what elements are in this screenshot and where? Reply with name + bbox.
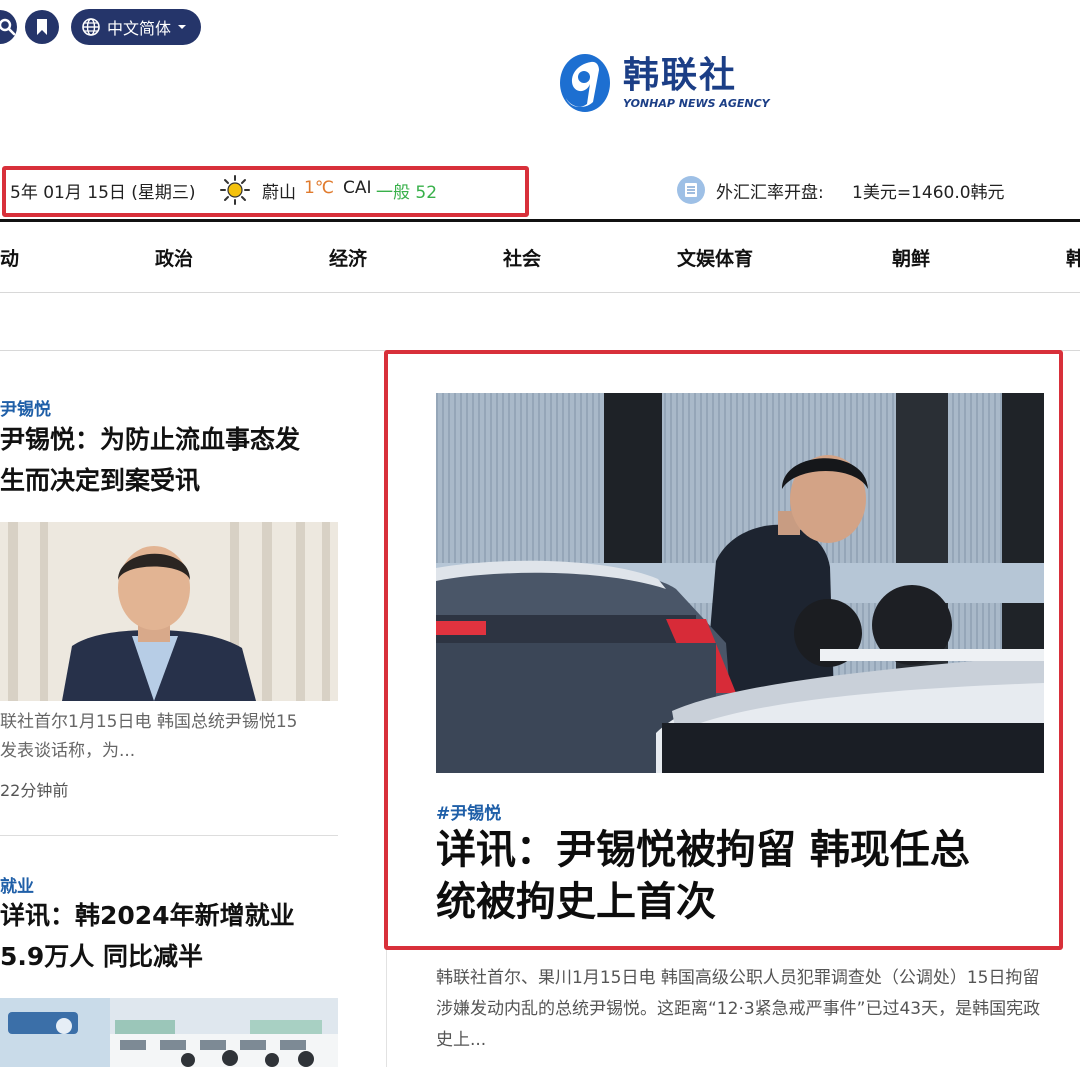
nav-item-0[interactable]: 动 bbox=[0, 244, 19, 271]
fx-value: 1美元=1460.0韩元 bbox=[852, 183, 1005, 203]
fx-label: 外汇汇率开盘: bbox=[716, 183, 824, 203]
logo-english: YONHAP NEWS AGENCY bbox=[623, 96, 770, 110]
article-title-line: 5.9万人 同比减半 bbox=[0, 942, 203, 971]
language-selector[interactable]: 中文简体 bbox=[71, 9, 202, 45]
article-summary-line: 发表谈话称，为... bbox=[0, 741, 136, 761]
caret-down-icon bbox=[178, 25, 187, 29]
bookmark-button[interactable] bbox=[25, 10, 59, 44]
article-image[interactable] bbox=[0, 522, 338, 701]
article-summary-line: 联社首尔1月15日电 韩国总统尹锡悦15 bbox=[0, 712, 298, 732]
nav-item-society[interactable]: 社会 bbox=[503, 244, 541, 271]
logo-chinese: 韩联社 bbox=[623, 54, 738, 96]
article-title[interactable]: 详讯：韩2024年新增就业 5.9万人 同比减半 bbox=[0, 895, 295, 977]
featured-summary: 韩联社首尔、果川1月15日电 韩国高级公职人员犯罪调查处（公调处）15日拘留涉嫌… bbox=[436, 968, 1041, 1050]
highlight-box-date bbox=[2, 166, 529, 217]
fx-icon bbox=[677, 176, 705, 204]
article-divider bbox=[0, 835, 338, 836]
nav-item-korea[interactable]: 韩 bbox=[1066, 244, 1080, 271]
job-fair-photo bbox=[0, 998, 338, 1067]
article-title-line: 生而决定到案受讯 bbox=[0, 466, 201, 495]
nav-item-economy[interactable]: 经济 bbox=[329, 244, 367, 271]
nav-item-politics[interactable]: 政治 bbox=[155, 244, 193, 271]
site-logo[interactable]: 韩联社 YONHAP NEWS AGENCY bbox=[557, 52, 770, 114]
bookmark-icon bbox=[37, 19, 47, 35]
language-label: 中文简体 bbox=[107, 19, 172, 38]
article-title-line: 详讯：韩2024年新增就业 bbox=[0, 901, 295, 930]
globe-icon bbox=[82, 18, 100, 36]
article-time: 22分钟前 bbox=[0, 781, 69, 800]
speaker-photo bbox=[0, 522, 338, 701]
search-button[interactable] bbox=[0, 10, 17, 44]
yonhap-logo-icon bbox=[560, 54, 610, 112]
header-divider bbox=[0, 219, 1080, 222]
nav-divider bbox=[0, 292, 1080, 293]
article-title[interactable]: 尹锡悦：为防止流血事态发 生而决定到案受讯 bbox=[0, 419, 300, 501]
nav-item-culture-sports[interactable]: 文娱体育 bbox=[677, 244, 753, 271]
nav-item-north-korea[interactable]: 朝鲜 bbox=[892, 244, 930, 271]
highlight-box-featured bbox=[384, 350, 1063, 950]
search-icon bbox=[0, 18, 16, 36]
article-tag[interactable]: 尹锡悦 bbox=[0, 395, 51, 420]
article-summary: 联社首尔1月15日电 韩国总统尹锡悦15 发表谈话称，为... bbox=[0, 708, 340, 766]
article-tag[interactable]: 就业 bbox=[0, 872, 34, 897]
article-title-line: 尹锡悦：为防止流血事态发 bbox=[0, 425, 301, 454]
article-image[interactable] bbox=[0, 998, 338, 1067]
